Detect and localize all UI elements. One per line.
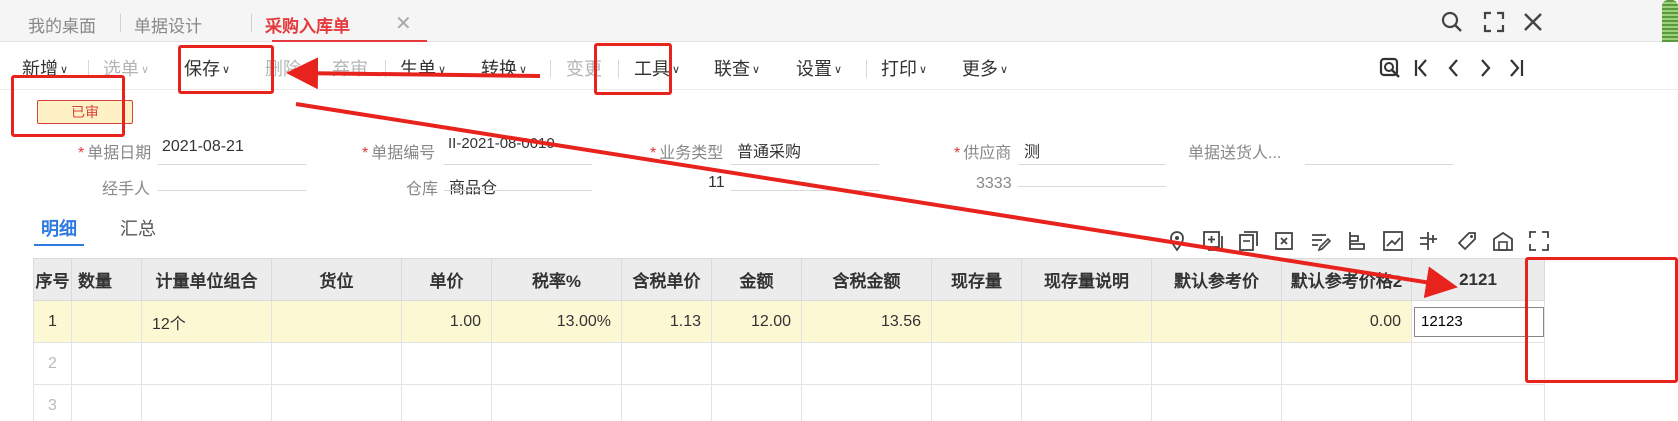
arrow-to-column xyxy=(295,102,1458,299)
annotation-arrows xyxy=(286,57,1458,299)
arrow-to-save xyxy=(286,57,541,90)
